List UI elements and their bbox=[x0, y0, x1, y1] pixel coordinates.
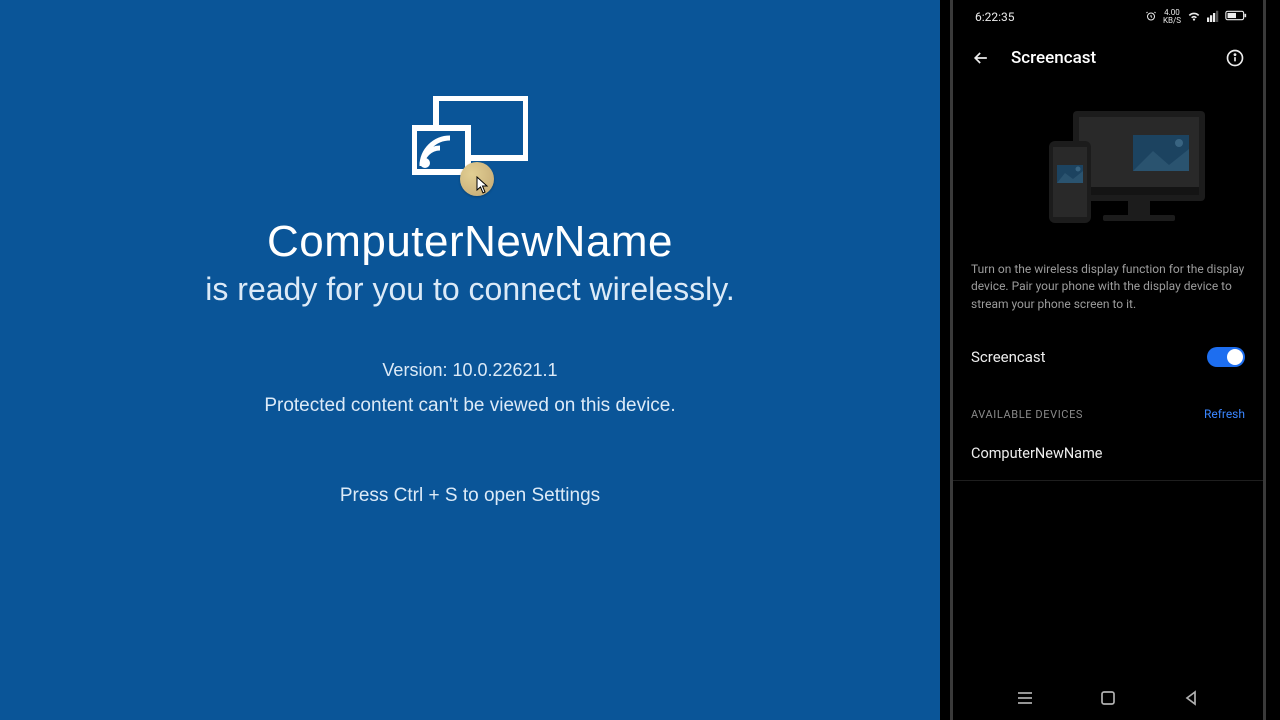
net-speed: 4.00 KB/S bbox=[1163, 9, 1181, 25]
toggle-label: Screencast bbox=[971, 348, 1046, 366]
nav-recent-icon[interactable] bbox=[1016, 689, 1034, 707]
screencast-toggle[interactable] bbox=[1207, 347, 1245, 367]
connect-panel: ComputerNewName is ready for you to conn… bbox=[0, 0, 940, 720]
refresh-link[interactable]: Refresh bbox=[1204, 407, 1245, 421]
wifi-icon bbox=[1187, 10, 1201, 25]
help-text: Turn on the wireless display function fo… bbox=[953, 243, 1263, 321]
connect-version: Version: 10.0.22621.1 bbox=[382, 360, 557, 381]
nav-home-icon[interactable] bbox=[1099, 689, 1117, 707]
phone-screen: 6:22:35 4.00 KB/S bbox=[950, 0, 1266, 720]
signal-icon bbox=[1207, 10, 1219, 25]
section-title: AVAILABLE DEVICES bbox=[971, 408, 1083, 421]
status-time: 6:22:35 bbox=[975, 10, 1015, 24]
nav-bar bbox=[953, 676, 1263, 720]
screencast-illustration bbox=[953, 88, 1263, 243]
info-icon[interactable] bbox=[1225, 48, 1245, 68]
nav-back-icon[interactable] bbox=[1182, 689, 1200, 707]
available-devices-header: AVAILABLE DEVICES Refresh bbox=[953, 391, 1263, 427]
screencast-toggle-row: Screencast bbox=[953, 321, 1263, 391]
connect-ready-text: is ready for you to connect wirelessly. bbox=[205, 271, 734, 308]
connect-protected-warning: Protected content can't be viewed on thi… bbox=[264, 395, 675, 417]
status-bar: 6:22:35 4.00 KB/S bbox=[953, 0, 1263, 34]
connect-device-name: ComputerNewName bbox=[267, 217, 673, 267]
back-icon[interactable] bbox=[971, 48, 991, 68]
connect-settings-hint: Press Ctrl + S to open Settings bbox=[340, 485, 600, 507]
battery-icon bbox=[1225, 10, 1247, 24]
header-title: Screencast bbox=[1011, 48, 1205, 68]
available-device-item[interactable]: ComputerNewName bbox=[953, 427, 1263, 481]
app-header: Screencast bbox=[953, 34, 1263, 88]
alarm-icon bbox=[1145, 10, 1157, 25]
